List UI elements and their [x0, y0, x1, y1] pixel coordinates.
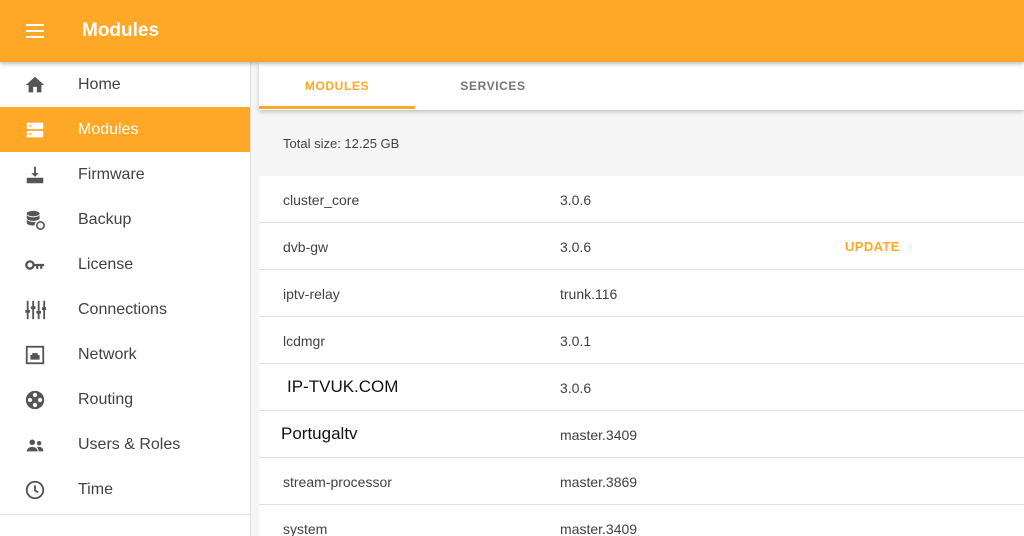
sidebar: Home Modules Firmware Backup License Con…	[0, 62, 251, 536]
active-tab-indicator	[259, 106, 415, 109]
table-row[interactable]: Portugaltv master.3409	[259, 411, 1024, 458]
sidebar-item-backup[interactable]: Backup	[0, 197, 250, 242]
firmware-icon	[26, 166, 44, 184]
connections-icon	[25, 300, 46, 320]
sidebar-item-network[interactable]: Network	[0, 332, 250, 377]
key-icon	[25, 260, 45, 270]
module-version: trunk.116	[560, 286, 618, 302]
module-version: 3.0.6	[560, 380, 592, 396]
sidebar-item-home[interactable]: Home	[0, 62, 250, 107]
home-icon	[25, 76, 45, 93]
sidebar-item-label: Firmware	[78, 165, 145, 183]
clock-icon	[25, 480, 45, 500]
app-bar: Modules	[0, 0, 1024, 62]
sidebar-item-label: License	[78, 255, 134, 273]
sidebar-item-label: Connections	[78, 300, 167, 318]
table-row[interactable]: iptv-relay trunk.116	[259, 270, 1024, 317]
sidebar-item-label: Home	[78, 75, 121, 93]
table-row[interactable]: IP-TVUK.COM 3.0.6	[259, 364, 1024, 411]
menu-button[interactable]	[0, 0, 70, 62]
sidebar-item-modules[interactable]: Modules	[0, 107, 250, 152]
table-row[interactable]: lcdmgr 3.0.1	[259, 317, 1024, 364]
sidebar-item-label: Routing	[78, 390, 134, 408]
tab-bar: MODULES SERVICES	[259, 62, 1024, 110]
modules-icon	[26, 122, 44, 138]
users-icon	[26, 439, 44, 452]
module-version: 3.0.6	[560, 239, 592, 255]
sidebar-item-connections[interactable]: Connections	[0, 287, 250, 332]
module-version: 3.0.1	[560, 333, 592, 349]
routing-icon	[25, 390, 45, 410]
update-button[interactable]: UPDATE	[845, 239, 900, 254]
module-name: lcdmgr	[283, 333, 326, 349]
sidebar-item-label: Modules	[78, 120, 139, 138]
tab-modules[interactable]: MODULES	[259, 62, 415, 110]
sidebar-item-routing[interactable]: Routing	[0, 377, 250, 422]
sidebar-item-license[interactable]: License	[0, 242, 250, 287]
sidebar-item-time[interactable]: Time	[0, 467, 250, 512]
network-icon	[25, 345, 45, 365]
module-name: dvb-gw	[283, 239, 329, 255]
module-name: system	[283, 521, 328, 536]
sidebar-item-label: Backup	[78, 210, 132, 228]
sidebar-item-users-roles[interactable]: Users & Roles	[0, 422, 250, 467]
sidebar-item-label: Time	[78, 480, 113, 498]
module-version: 3.0.6	[560, 192, 592, 208]
page-title: Modules	[82, 20, 160, 41]
tab-services[interactable]: SERVICES	[415, 62, 571, 110]
sidebar-item-label: Users & Roles	[78, 435, 181, 453]
module-version: master.3409	[560, 521, 638, 536]
backup-icon	[26, 210, 45, 230]
module-name: iptv-relay	[283, 286, 340, 302]
table-row[interactable]: cluster_core 3.0.6	[259, 176, 1024, 223]
module-version: master.3869	[560, 474, 638, 490]
main-content: MODULES SERVICES Total size: 12.25 GB cl…	[251, 62, 1024, 536]
module-name: IP-TVUK.COM	[287, 377, 399, 396]
hamburger-menu-icon	[26, 24, 44, 38]
module-name: Portugaltv	[281, 424, 358, 443]
module-version: master.3409	[560, 427, 638, 443]
table-row[interactable]: dvb-gw 3.0.6 UPDATE	[259, 223, 1024, 270]
sidebar-item-label: Network	[78, 345, 137, 363]
module-name: stream-processor	[283, 474, 392, 490]
sidebar-item-firmware[interactable]: Firmware	[0, 152, 250, 197]
module-name: cluster_core	[283, 192, 360, 208]
table-row[interactable]: stream-processor master.3869	[259, 458, 1024, 505]
modules-table: cluster_core 3.0.6 dvb-gw 3.0.6 UPDATE i…	[259, 176, 1024, 536]
table-row[interactable]: system master.3409	[259, 505, 1024, 536]
total-size-label: Total size: 12.25 GB	[283, 136, 400, 151]
sidebar-divider	[0, 514, 251, 515]
